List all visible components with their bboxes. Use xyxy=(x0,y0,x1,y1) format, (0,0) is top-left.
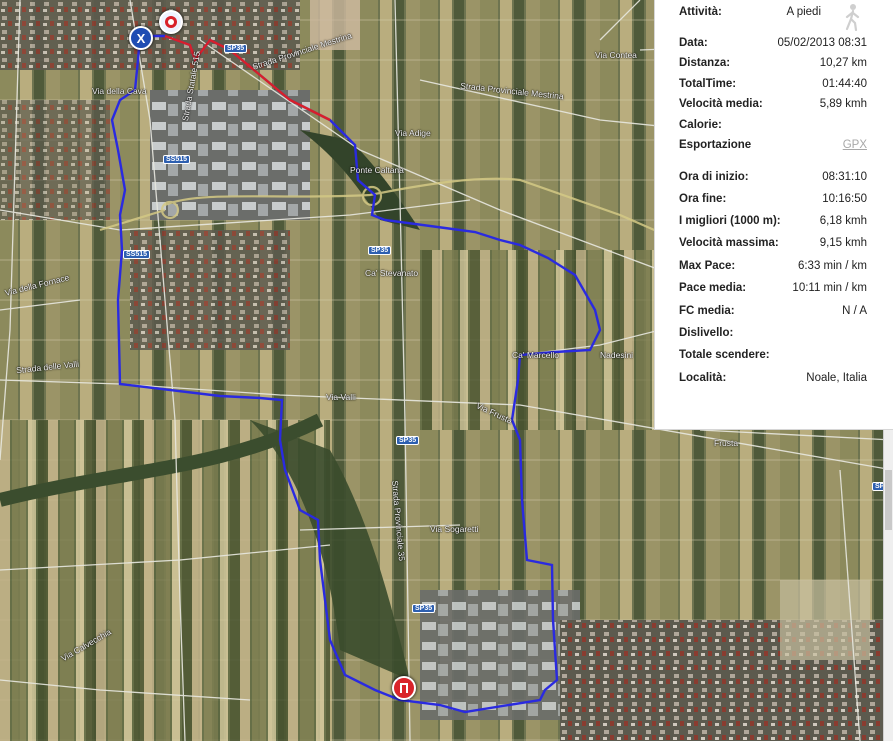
info-value: 05/02/2013 08:31 xyxy=(777,37,867,49)
map-label-ca-marcello: Ca' Marcello xyxy=(512,350,559,360)
info-value: 5,89 kmh xyxy=(819,98,867,110)
road-shield-sp35-mid: SP35 xyxy=(396,436,420,445)
activity-info-panel: Attività: A piedi Data: 05/02/2013 08:31… xyxy=(654,0,893,430)
info-value: 08:31:10 xyxy=(822,171,867,183)
info-row-total-time: TotalTime: 01:44:40 xyxy=(679,75,867,93)
info-row-max-pace: Max Pace: 6:33 min / km xyxy=(679,257,867,275)
info-value: 6:33 min / km xyxy=(797,260,867,272)
info-label: Attività: xyxy=(679,6,722,18)
info-label: Esportazione xyxy=(679,139,752,151)
info-label: TotalTime: xyxy=(679,78,737,90)
info-row-total-descent: Totale scendere: xyxy=(679,346,867,364)
road-shield-ss515: SS515 xyxy=(163,155,191,164)
info-label: Località: xyxy=(679,372,727,384)
info-value: N / A xyxy=(842,305,867,317)
road-shield-sp35-south: SP35 xyxy=(412,604,436,613)
info-value: A piedi xyxy=(786,6,821,18)
info-value: Noale, Italia xyxy=(806,372,867,384)
info-value: 6,18 kmh xyxy=(819,215,867,227)
info-label: Ora di inizio: xyxy=(679,171,749,183)
info-label: Velocità media: xyxy=(679,98,763,110)
route-waypoint-marker[interactable] xyxy=(159,10,183,34)
info-row-avg-speed: Velocità media: 5,89 kmh xyxy=(679,95,867,113)
info-row-start-time: Ora di inizio: 08:31:10 xyxy=(679,168,867,186)
info-label: Velocità massima: xyxy=(679,237,779,249)
info-row-max-speed: Velocità massima: 9,15 kmh xyxy=(679,234,867,252)
info-label: Totale scendere: xyxy=(679,349,770,361)
info-label: Ora fine: xyxy=(679,193,727,205)
map-label-nadesini: Nadesini xyxy=(600,350,634,360)
info-label: Max Pace: xyxy=(679,260,736,272)
info-row-calories: Calorie: xyxy=(679,116,867,134)
info-label: Dislivello: xyxy=(679,327,734,339)
route-start-marker[interactable]: X xyxy=(129,26,153,50)
info-row-distance: Distanza: 10,27 km xyxy=(679,54,867,72)
info-label: I migliori (1000 m): xyxy=(679,215,781,227)
info-row-elevation: Dislivello: xyxy=(679,324,867,342)
info-label: FC media: xyxy=(679,305,735,317)
info-row-end-time: Ora fine: 10:16:50 xyxy=(679,190,867,208)
road-shield-sp35-north: SP35 xyxy=(368,246,392,255)
town-center xyxy=(130,230,290,350)
info-row-best-1000m: I migliori (1000 m): 6,18 kmh xyxy=(679,212,867,230)
farmland-area-east xyxy=(420,250,660,430)
route-end-marker[interactable] xyxy=(392,676,416,700)
map-label-ca-stevanato: Ca' Stevanato xyxy=(365,268,419,278)
info-value: 10,27 km xyxy=(819,57,867,69)
info-value: 10:11 min / km xyxy=(792,282,867,294)
map-scrollbar[interactable] xyxy=(883,430,893,741)
info-row-location: Località: Noale, Italia xyxy=(679,369,867,387)
info-label: Calorie: xyxy=(679,119,722,131)
export-gpx-link[interactable]: GPX xyxy=(843,139,867,151)
road-shield-ss515-south: SS515 xyxy=(123,250,151,259)
info-label: Pace media: xyxy=(679,282,747,294)
info-row-export: Esportazione GPX xyxy=(679,136,867,154)
info-value: 01:44:40 xyxy=(822,78,867,90)
scrollbar-thumb[interactable] xyxy=(885,470,892,530)
info-row-date: Data: 05/02/2013 08:31 xyxy=(679,34,867,52)
info-row-avg-pace: Pace media: 10:11 min / km xyxy=(679,279,867,297)
map-label-via-della-cava: Via della Cava xyxy=(92,86,147,96)
finish-flag-icon xyxy=(400,683,408,693)
map-label-via-valli: Via Valli xyxy=(326,392,356,402)
info-value: 10:16:50 xyxy=(822,193,867,205)
map-label-via-contea: Via Contea xyxy=(595,50,637,60)
map-label-ponte-caltana: Ponte Caltana xyxy=(350,165,404,175)
info-label: Distanza: xyxy=(679,57,731,69)
map-label-via-adige: Via Adige xyxy=(395,128,431,138)
flag-icon xyxy=(165,16,177,28)
info-label: Data: xyxy=(679,37,708,49)
map-label-frusta: Frusta xyxy=(714,438,739,448)
map-label-via-sogaretti: Via Sogaretti xyxy=(430,524,479,534)
info-row-avg-hr: FC media: N / A xyxy=(679,302,867,320)
road-shield-sp35: SP35 xyxy=(224,44,248,53)
quarry-area xyxy=(780,580,870,660)
info-value: 9,15 kmh xyxy=(819,237,867,249)
info-row-activity: Attività: A piedi xyxy=(679,3,867,21)
